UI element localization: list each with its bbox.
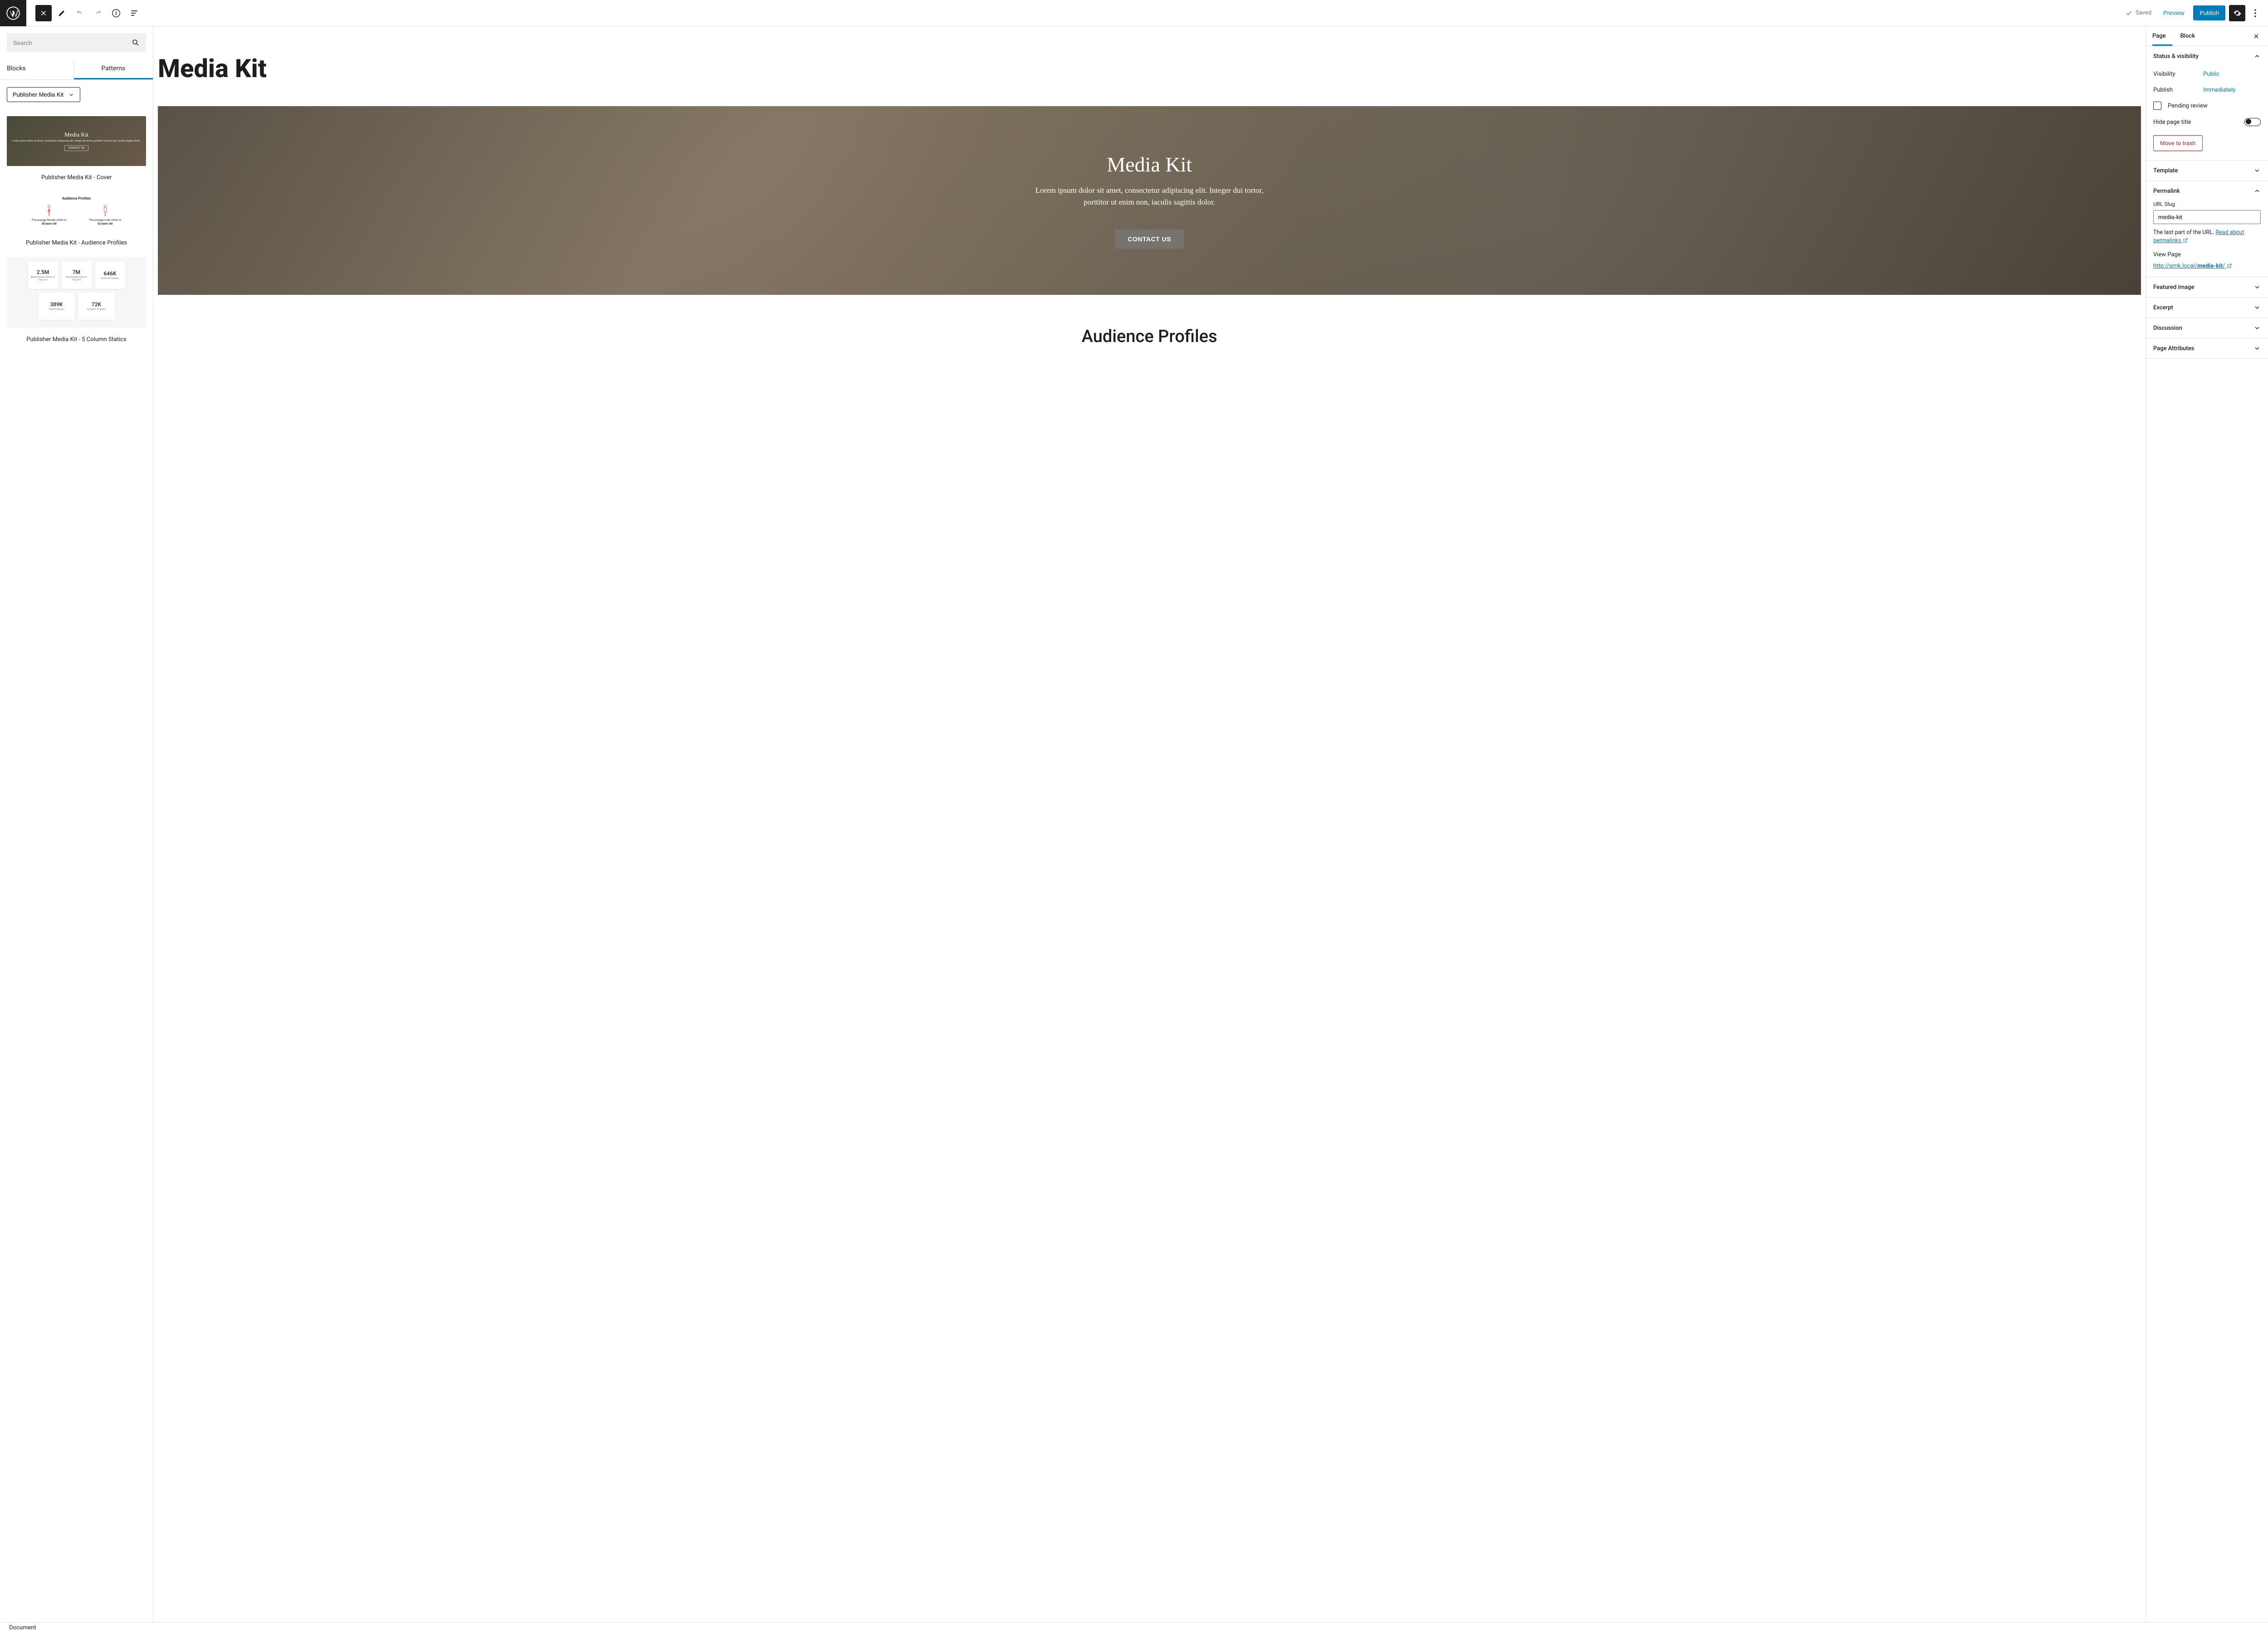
panel-header[interactable]: Featured image [2146,277,2268,297]
panel-excerpt: Excerpt [2146,298,2268,318]
tab-patterns[interactable]: Patterns [74,59,153,79]
panel-header[interactable]: Discussion [2146,318,2268,338]
external-link-icon [2183,238,2188,243]
breadcrumb-footer: Document [0,1622,2268,1633]
tab-block[interactable]: Block [2180,26,2201,46]
hide-page-title-label: Hide page title [2153,119,2191,126]
wordpress-icon [6,6,20,20]
chevron-down-icon [2253,284,2261,291]
saved-indicator: Saved [2125,9,2151,17]
wordpress-logo[interactable] [0,0,26,26]
pattern-preview: Audience Profiles The average female vis… [7,192,146,231]
panel-discussion: Discussion [2146,318,2268,338]
publish-value[interactable]: Immediately [2203,87,2235,93]
gear-icon [2233,9,2242,18]
audience-heading[interactable]: Audience Profiles [158,327,2141,347]
panel-status-visibility: Status & visibility VisibilityPublic Pub… [2146,46,2268,161]
female-icon [45,204,53,217]
outline-button[interactable] [126,5,142,21]
list-view-icon [130,9,139,18]
permalink-help: The last part of the URL. Read about per… [2153,229,2261,245]
top-toolbar: Saved Preview Publish [0,0,2268,26]
panel-header[interactable]: Template [2146,161,2268,181]
pattern-title: Publisher Media Kit - 5 Column Statics [7,336,146,343]
panel-page-attributes: Page Attributes [2146,338,2268,359]
pattern-category-select[interactable]: Publisher Media Kit [7,87,146,102]
inserter-tabs: Blocks Patterns [0,59,153,80]
pattern-preview: 2.5MMonthly Unique Visitors on 10up.com … [7,257,146,328]
male-icon [101,204,109,217]
settings-button[interactable] [2229,5,2245,21]
visibility-label: Visibility [2153,71,2203,78]
chevron-down-icon [68,92,74,98]
tab-blocks[interactable]: Blocks [0,59,73,79]
cover-title[interactable]: Media Kit [1107,152,1192,176]
external-link-icon [2227,263,2232,269]
cover-block[interactable]: Media Kit Lorem ipsum dolor sit amet, co… [158,106,2141,295]
redo-icon [93,9,103,18]
panel-header[interactable]: Page Attributes [2146,338,2268,358]
chevron-down-icon [2253,167,2261,174]
more-vertical-icon [2254,9,2256,17]
close-icon [2253,33,2260,40]
close-sidebar-button[interactable] [2251,31,2262,42]
search-icon [132,39,140,47]
panel-header[interactable]: Excerpt [2146,298,2268,318]
hide-page-title-toggle[interactable] [2244,118,2261,126]
preview-button[interactable]: Preview [2158,6,2190,20]
cover-subtitle[interactable]: Lorem ipsum dolor sit amet, consectetur … [1031,185,1267,208]
close-inserter-button[interactable] [35,5,52,21]
chevron-down-icon [2253,345,2261,352]
pattern-title: Publisher Media Kit - Audience Profiles [7,240,146,246]
view-page-label: View Page [2153,251,2261,258]
editor-canvas[interactable]: Media Kit Media Kit Lorem ipsum dolor si… [153,26,2146,1622]
more-options-button[interactable] [2249,5,2262,21]
chevron-up-icon [2253,53,2261,60]
publish-label: Publish [2153,87,2203,93]
chevron-down-icon [2253,324,2261,332]
contact-us-button[interactable]: CONTACT US [1115,230,1184,249]
page-title[interactable]: Media Kit [158,54,2141,83]
move-to-trash-button[interactable]: Move to trash [2153,135,2203,151]
panel-permalink: Permalink URL Slug The last part of the … [2146,181,2268,277]
breadcrumb[interactable]: Document [9,1624,36,1631]
search-box[interactable] [7,33,146,52]
pending-review-checkbox[interactable]: Pending review [2153,98,2261,113]
panel-template: Template [2146,161,2268,181]
tab-page[interactable]: Page [2152,26,2172,46]
search-input[interactable] [13,39,132,46]
tools-button[interactable] [54,5,70,21]
details-button[interactable] [108,5,124,21]
visibility-value[interactable]: Public [2203,71,2219,78]
panel-featured-image: Featured image [2146,277,2268,298]
redo-button[interactable] [90,5,106,21]
pattern-title: Publisher Media Kit - Cover [7,174,146,181]
url-slug-input[interactable] [2153,210,2261,224]
inserter-sidebar: Blocks Patterns Publisher Media Kit Medi… [0,26,153,1622]
publish-button[interactable]: Publish [2193,5,2225,20]
pattern-item-cover[interactable]: Media Kit Lorem ipsum dolor sit amet, co… [7,116,146,181]
url-slug-label: URL Slug [2153,201,2261,207]
chevron-down-icon [2253,304,2261,311]
close-icon [39,9,48,17]
panel-header[interactable]: Permalink [2146,181,2268,201]
permalink-url-link[interactable]: http://pmk.local/media-kit/ [2153,263,2232,269]
pattern-preview: Media Kit Lorem ipsum dolor sit amet, co… [7,116,146,166]
pattern-item-stats[interactable]: 2.5MMonthly Unique Visitors on 10up.com … [7,257,146,343]
undo-button[interactable] [72,5,88,21]
undo-icon [75,9,84,18]
chevron-up-icon [2253,187,2261,195]
info-icon [111,8,121,18]
pencil-icon [57,9,66,18]
panel-header[interactable]: Status & visibility [2146,46,2268,66]
check-icon [2125,9,2133,17]
settings-sidebar: Page Block Status & visibility Visibilit… [2146,26,2268,1622]
pattern-item-audience[interactable]: Audience Profiles The average female vis… [7,192,146,246]
